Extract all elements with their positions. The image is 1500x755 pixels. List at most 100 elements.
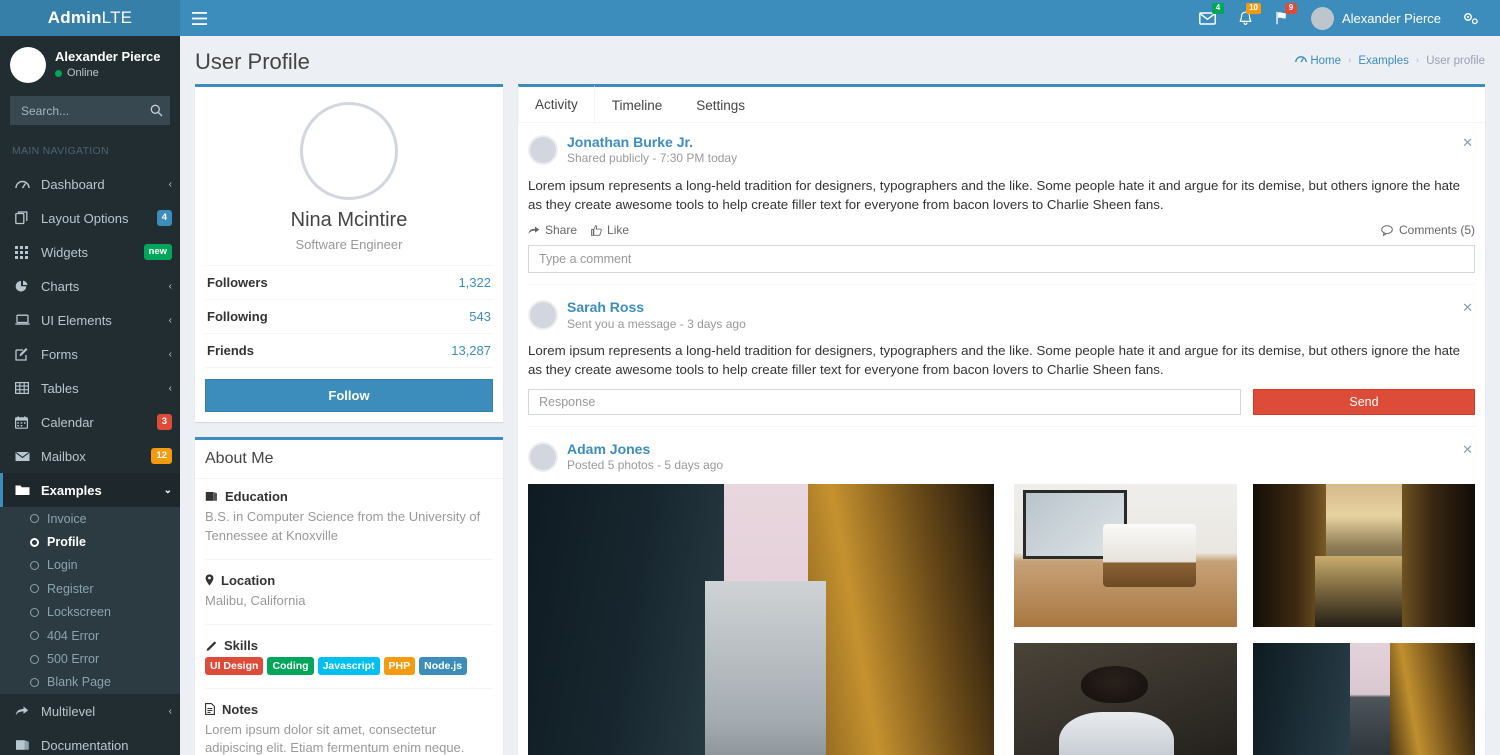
- photo-canal[interactable]: [1252, 484, 1475, 628]
- photo-woman-reading[interactable]: [1014, 643, 1237, 755]
- send-button[interactable]: Send: [1253, 388, 1475, 415]
- stat-following[interactable]: Following 543: [205, 300, 493, 334]
- sidebar-subitem-404-error[interactable]: 404 Error: [0, 624, 180, 647]
- tab-activity[interactable]: Activity: [518, 84, 595, 122]
- like-button[interactable]: Like: [591, 223, 629, 237]
- notifications-menu-button[interactable]: 10: [1227, 0, 1264, 36]
- tab-timeline[interactable]: Timeline: [595, 87, 680, 122]
- sidebar-subitem-register[interactable]: Register: [0, 577, 180, 600]
- sidebar-search-form: [10, 96, 170, 125]
- sidebar-item-forms[interactable]: Forms ‹: [0, 337, 180, 371]
- photo-street-small[interactable]: [1252, 643, 1475, 755]
- post-text: Lorem ipsum represents a long-held tradi…: [528, 343, 1461, 378]
- skill-badge[interactable]: Coding: [267, 656, 314, 675]
- sidebar-item-multilevel[interactable]: Multilevel ‹: [0, 694, 180, 728]
- sidebar-sublabel: Login: [47, 558, 78, 573]
- breadcrumb-item-home[interactable]: Home: [1295, 54, 1341, 67]
- circle-o-icon: [30, 584, 39, 594]
- about-text: B.S. in Computer Science from the Univer…: [205, 509, 481, 543]
- profile-avatar: [300, 102, 398, 200]
- skill-badge[interactable]: Node.js: [419, 656, 468, 675]
- post-author-name[interactable]: Adam Jones: [567, 441, 650, 457]
- logo-bold-text: Admin: [47, 8, 102, 27]
- circle-o-icon: [30, 631, 39, 641]
- post-author-name[interactable]: Jonathan Burke Jr.: [567, 134, 693, 150]
- chevron-left-icon: ‹: [168, 314, 172, 326]
- app-logo[interactable]: Admin LTE: [0, 0, 180, 36]
- profile-name: Nina Mcintire: [290, 209, 408, 231]
- circle-o-icon: [30, 514, 39, 524]
- sidebar-item-ui-elements[interactable]: UI Elements ‹: [0, 303, 180, 337]
- post-description: Shared publicly - 7:30 PM today: [567, 151, 738, 166]
- close-icon[interactable]: ✕: [1462, 442, 1473, 458]
- photo-street-large[interactable]: [528, 484, 994, 755]
- sidebar-subitem-lockscreen[interactable]: Lockscreen: [0, 601, 180, 624]
- post-author-name[interactable]: Sarah Ross: [567, 299, 644, 315]
- chevron-left-icon: ‹: [168, 348, 172, 360]
- sidebar-item-mailbox[interactable]: Mailbox 12: [0, 439, 180, 473]
- share-label: Share: [545, 223, 578, 238]
- share-button[interactable]: Share: [528, 223, 577, 237]
- close-icon[interactable]: ✕: [1462, 135, 1473, 151]
- sidebar-label: Widgets: [41, 244, 88, 260]
- sidebar-subitem-login[interactable]: Login: [0, 554, 180, 577]
- skill-badge[interactable]: Javascript: [317, 656, 380, 675]
- comment-input[interactable]: [528, 245, 1475, 274]
- right-column: Activity Timeline Settings ✕ Jonathan Bu…: [518, 84, 1485, 755]
- content-wrapper: User Profile Home › Examples › User prof…: [180, 36, 1500, 755]
- breadcrumb-item-examples[interactable]: Examples: [1358, 55, 1409, 67]
- divider: [205, 558, 493, 560]
- close-icon[interactable]: ✕: [1462, 300, 1473, 316]
- photo-dining-room[interactable]: [1014, 484, 1237, 628]
- sidebar-item-examples[interactable]: Examples ⌄ Invoice Profile Login Registe…: [0, 473, 180, 695]
- hamburger-icon: [191, 11, 207, 25]
- breadcrumb-label: Home: [1310, 55, 1341, 67]
- sidebar-item-charts[interactable]: Charts ‹: [0, 269, 180, 303]
- sidebar-subitem-blank-page[interactable]: Blank Page: [0, 671, 180, 694]
- main-header: Admin LTE 4 10 9 Alexander Pierce: [0, 0, 1500, 36]
- sidebar-subitem-invoice[interactable]: Invoice: [0, 507, 180, 530]
- post-adam-jones: ✕ Adam Jones Posted 5 photos - 5 days ag…: [528, 440, 1475, 755]
- sidebar-toggle-button[interactable]: [180, 0, 218, 36]
- skill-badge[interactable]: PHP: [383, 656, 416, 675]
- sidebar-item-calendar[interactable]: Calendar 3: [0, 405, 180, 439]
- about-me-title: About Me: [205, 450, 274, 467]
- sidebar-item-widgets[interactable]: Widgets new: [0, 235, 180, 269]
- sidebar-badge: 4: [156, 210, 172, 226]
- sidebar-user-status: Online: [55, 66, 161, 81]
- activity-tab-content: ✕ Jonathan Burke Jr. Shared publicly - 7…: [518, 123, 1485, 755]
- tasks-menu-button[interactable]: 9: [1264, 0, 1300, 36]
- search-button[interactable]: [142, 96, 170, 125]
- comments-link[interactable]: Comments (5): [1381, 223, 1475, 237]
- sidebar-item-layout-options[interactable]: Layout Options 4: [0, 201, 180, 235]
- user-menu-button[interactable]: Alexander Pierce: [1300, 0, 1452, 36]
- sidebar-subitem-profile[interactable]: Profile: [0, 530, 180, 553]
- sidebar-item-tables[interactable]: Tables ‹: [0, 371, 180, 405]
- about-heading: Skills: [224, 637, 258, 653]
- profile-stats-list: Followers 1,322 Following 543 Friends 13…: [205, 265, 493, 368]
- sidebar-item-dashboard[interactable]: Dashboard ‹: [0, 167, 180, 201]
- messages-menu-button[interactable]: 4: [1188, 0, 1227, 36]
- sidebar-item-documentation[interactable]: Documentation: [0, 728, 180, 755]
- about-heading: Education: [225, 489, 288, 504]
- profile-box: Nina Mcintire Software Engineer Follower…: [195, 84, 503, 422]
- stat-friends[interactable]: Friends 13,287: [205, 334, 493, 368]
- about-heading: Notes: [222, 701, 259, 717]
- share-icon: [15, 705, 32, 717]
- response-input[interactable]: [528, 388, 1241, 415]
- photo-gallery: [528, 484, 1475, 755]
- stat-value: 1,322: [458, 275, 491, 290]
- tab-settings[interactable]: Settings: [679, 87, 762, 122]
- map-marker-icon: [205, 574, 214, 586]
- grid-icon: [15, 245, 32, 259]
- control-sidebar-toggle[interactable]: [1452, 0, 1490, 36]
- response-form: Send: [528, 388, 1475, 415]
- sidebar-subitem-500-error[interactable]: 500 Error: [0, 647, 180, 670]
- dashboard-icon: [1295, 54, 1308, 64]
- skill-badge[interactable]: UI Design: [205, 656, 264, 675]
- follow-button[interactable]: Follow: [205, 379, 493, 412]
- chevron-left-icon: ‹: [168, 382, 172, 394]
- sidebar-label: Examples: [41, 482, 102, 498]
- stat-followers[interactable]: Followers 1,322: [205, 266, 493, 300]
- avatar: [528, 300, 558, 331]
